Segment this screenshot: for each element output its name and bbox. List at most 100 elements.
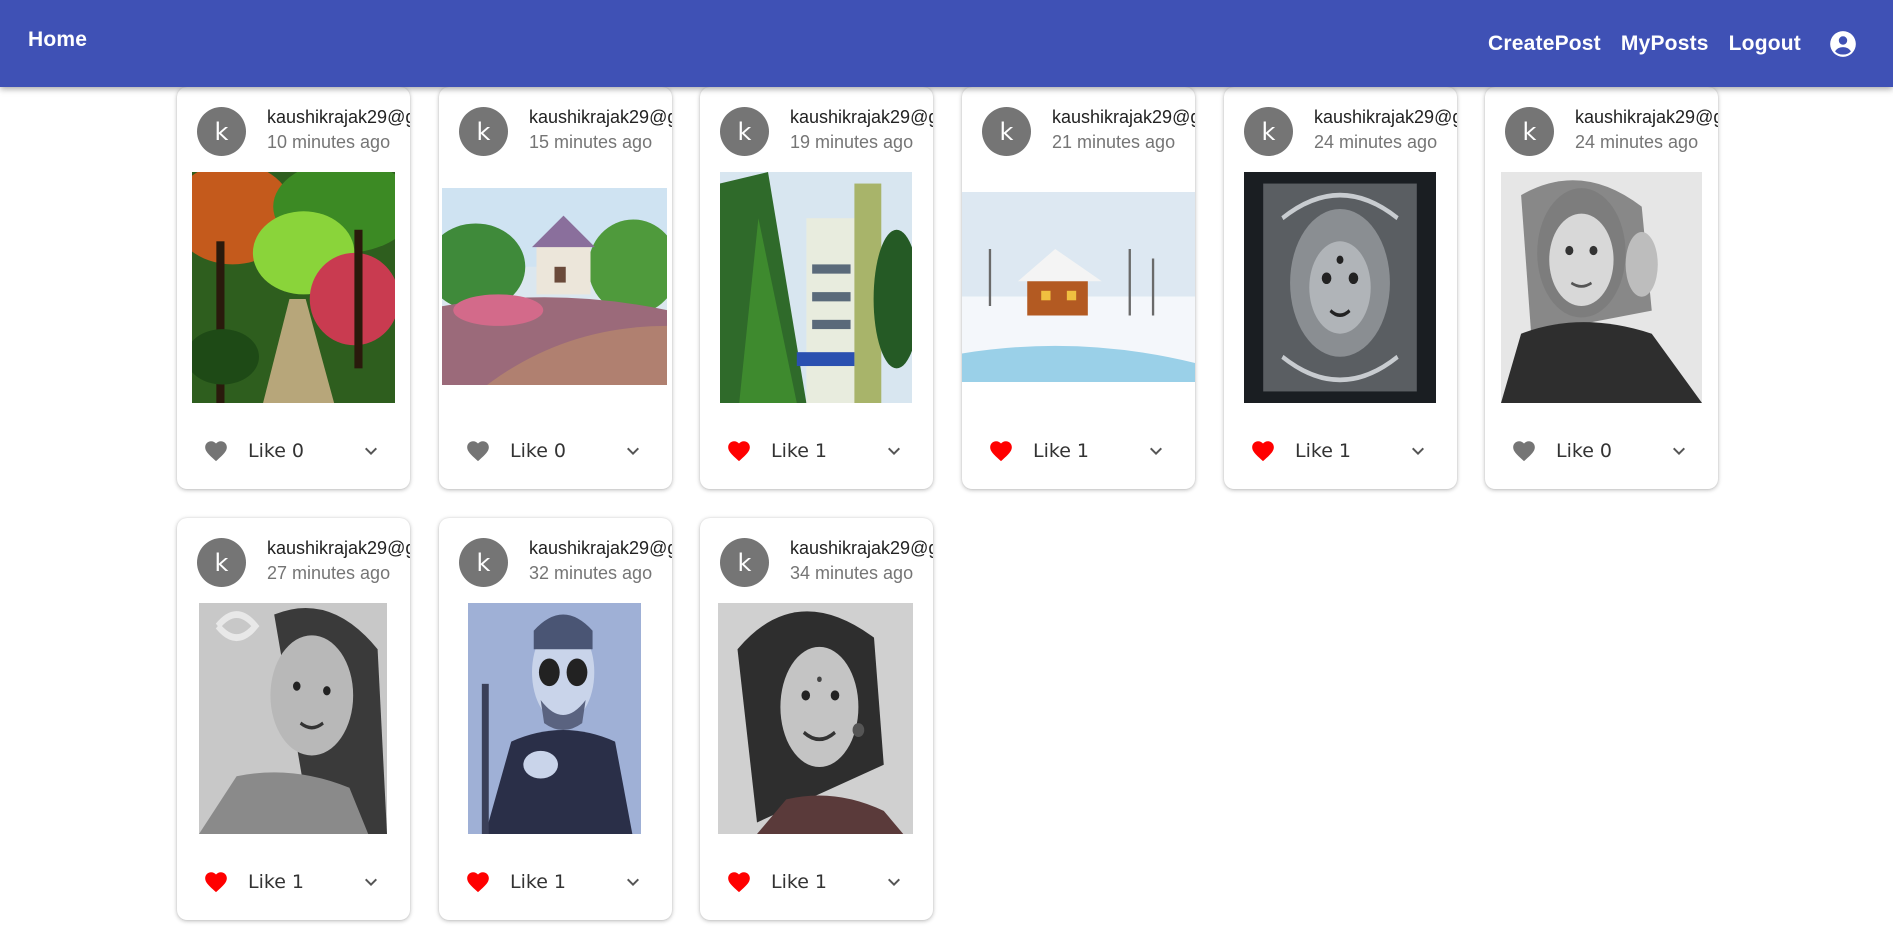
account-circle-icon[interactable] <box>1829 30 1857 58</box>
like-button[interactable]: Like 1 <box>725 437 827 465</box>
post-author: kaushikrajak29@gmail.com <box>1314 107 1457 127</box>
post-actions: Like 1 <box>700 437 933 481</box>
post-image[interactable] <box>1224 172 1457 404</box>
post-card: k kaushikrajak29@gmail.com 10 minutes ag… <box>177 87 410 489</box>
avatar: k <box>459 107 508 156</box>
post-time: 10 minutes ago <box>267 132 391 152</box>
avatar: k <box>982 107 1031 156</box>
post-image[interactable] <box>439 603 672 835</box>
my-posts-button[interactable]: MyPosts <box>1621 32 1709 56</box>
post-image[interactable] <box>962 172 1195 404</box>
post-actions: Like 0 <box>1485 437 1718 481</box>
create-post-button[interactable]: CreatePost <box>1488 32 1601 56</box>
post-author: kaushikrajak29@gmail.com <box>267 107 410 127</box>
like-count: Like 0 <box>1556 440 1613 462</box>
heart-icon <box>205 872 227 893</box>
post-card: k kaushikrajak29@gmail.com 21 minutes ag… <box>962 87 1195 489</box>
post-image[interactable] <box>177 172 410 404</box>
post-time: 19 minutes ago <box>790 132 914 152</box>
posts-grid: k kaushikrajak29@gmail.com 10 minutes ag… <box>0 0 1893 929</box>
post-author: kaushikrajak29@gmail.com <box>790 107 933 127</box>
logout-button[interactable]: Logout <box>1729 32 1801 56</box>
post-time: 34 minutes ago <box>790 563 914 583</box>
heart-icon <box>990 441 1012 462</box>
chevron-down-icon[interactable] <box>882 870 906 894</box>
post-author: kaushikrajak29@gmail.com <box>1575 107 1718 127</box>
home-button[interactable]: Home <box>28 28 87 52</box>
like-count: Like 1 <box>510 871 567 893</box>
post-actions: Like 1 <box>439 868 672 912</box>
like-button[interactable]: Like 1 <box>987 437 1089 465</box>
like-button[interactable]: Like 1 <box>725 868 827 896</box>
post-card: k kaushikrajak29@gmail.com 34 minutes ag… <box>700 518 933 920</box>
heart-icon <box>728 441 750 462</box>
chevron-down-icon[interactable] <box>882 439 906 463</box>
woman-portrait-drawing <box>1501 172 1702 403</box>
nav-actions: CreatePost MyPosts Logout <box>1488 0 1893 87</box>
post-author: kaushikrajak29@gmail.com <box>529 107 672 127</box>
post-image[interactable] <box>439 172 672 404</box>
post-time: 24 minutes ago <box>1314 132 1438 152</box>
chevron-down-icon[interactable] <box>1144 439 1168 463</box>
like-button[interactable]: Like 1 <box>464 868 566 896</box>
chevron-down-icon[interactable] <box>621 439 645 463</box>
post-time: 27 minutes ago <box>267 563 391 583</box>
post-card: k kaushikrajak29@gmail.com 15 minutes ag… <box>439 87 672 489</box>
like-button[interactable]: Like 0 <box>464 437 566 465</box>
chevron-down-icon[interactable] <box>359 439 383 463</box>
post-card: k kaushikrajak29@gmail.com 32 minutes ag… <box>439 518 672 920</box>
chevron-down-icon[interactable] <box>1406 439 1430 463</box>
avatar: k <box>197 107 246 156</box>
post-actions: Like 1 <box>700 868 933 912</box>
chevron-down-icon[interactable] <box>1667 439 1691 463</box>
woman-smile-sketch <box>718 603 913 834</box>
goddess-mandala-drawing <box>1244 172 1436 403</box>
like-count: Like 1 <box>248 871 305 893</box>
avatar: k <box>720 538 769 587</box>
post-time: 15 minutes ago <box>529 132 653 152</box>
cottage-garden-painting <box>442 188 667 385</box>
post-card: k kaushikrajak29@gmail.com 27 minutes ag… <box>177 518 410 920</box>
chevron-down-icon[interactable] <box>621 870 645 894</box>
avatar: k <box>459 538 508 587</box>
avatar: k <box>1244 107 1293 156</box>
like-button[interactable]: Like 0 <box>1510 437 1612 465</box>
forest-path-painting <box>192 172 395 403</box>
post-image[interactable] <box>1485 172 1718 404</box>
post-time: 21 minutes ago <box>1052 132 1176 152</box>
post-time: 24 minutes ago <box>1575 132 1699 152</box>
post-card: k kaushikrajak29@gmail.com 24 minutes ag… <box>1224 87 1457 489</box>
heart-icon <box>1252 441 1274 462</box>
heart-icon <box>205 441 227 462</box>
like-count: Like 1 <box>771 440 828 462</box>
avatar: k <box>1505 107 1554 156</box>
post-actions: Like 0 <box>177 437 410 481</box>
like-count: Like 1 <box>771 871 828 893</box>
girl-portrait-sketch <box>199 603 387 834</box>
chevron-down-icon[interactable] <box>359 870 383 894</box>
heart-icon <box>467 441 489 462</box>
like-count: Like 1 <box>1033 440 1090 462</box>
post-author: kaushikrajak29@gmail.com <box>267 538 410 558</box>
man-sunglasses-sketch <box>468 603 641 834</box>
post-image[interactable] <box>700 172 933 404</box>
post-author: kaushikrajak29@gmail.com <box>790 538 933 558</box>
post-author: kaushikrajak29@gmail.com <box>529 538 672 558</box>
app-bar: Home CreatePost MyPosts Logout <box>0 0 1893 87</box>
post-author: kaushikrajak29@gmail.com <box>1052 107 1195 127</box>
like-button[interactable]: Like 1 <box>1249 437 1351 465</box>
like-button[interactable]: Like 1 <box>202 868 304 896</box>
like-count: Like 0 <box>248 440 305 462</box>
post-image[interactable] <box>700 603 933 835</box>
like-count: Like 1 <box>1295 440 1352 462</box>
like-button[interactable]: Like 0 <box>202 437 304 465</box>
post-actions: Like 1 <box>962 437 1195 481</box>
heart-icon <box>728 872 750 893</box>
like-count: Like 0 <box>510 440 567 462</box>
post-card: k kaushikrajak29@gmail.com 19 minutes ag… <box>700 87 933 489</box>
post-actions: Like 1 <box>177 868 410 912</box>
avatar: k <box>197 538 246 587</box>
post-card: k kaushikrajak29@gmail.com 24 minutes ag… <box>1485 87 1718 489</box>
heart-icon <box>467 872 489 893</box>
post-image[interactable] <box>177 603 410 835</box>
